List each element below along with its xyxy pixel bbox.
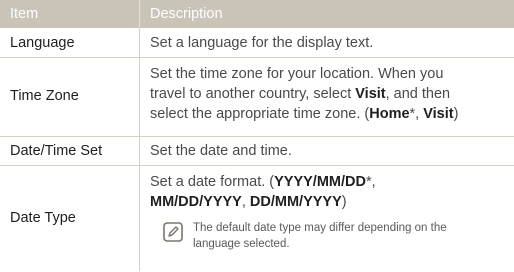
row-divider	[139, 137, 140, 165]
row-label-date-time-set: Date/Time Set	[10, 143, 103, 159]
header-description: Description	[150, 6, 223, 22]
desc-line: Set a date format. (YYYY/MM/DD*,	[150, 174, 376, 190]
table-row-language: Language Set a language for the display …	[0, 28, 514, 58]
row-desc-time-zone: Set the time zone for your location. Whe…	[150, 64, 506, 124]
desc-line: travel to another country, select Visit,…	[150, 86, 451, 102]
row-label-time-zone: Time Zone	[10, 88, 79, 104]
row-label-language: Language	[10, 35, 75, 51]
row-divider	[139, 166, 140, 271]
desc-line: Set the time zone for your location. Whe…	[150, 66, 444, 82]
note-text: The default date type may differ dependi…	[193, 222, 447, 250]
table-row-date-type: Date Type Set a date format. (YYYY/MM/DD…	[0, 166, 514, 271]
desc-line: MM/DD/YYYY, DD/MM/YYYY)	[150, 194, 347, 210]
table-row-time-zone: Time Zone Set the time zone for your loc…	[0, 58, 514, 137]
table-header: Item Description	[0, 0, 514, 28]
row-desc-language: Set a language for the display text.	[150, 35, 374, 51]
table-row-date-time-set: Date/Time Set Set the date and time.	[0, 137, 514, 166]
header-item: Item	[10, 6, 39, 22]
row-label-date-type: Date Type	[10, 210, 76, 226]
row-divider	[139, 58, 140, 136]
header-divider	[139, 0, 140, 28]
row-divider	[139, 28, 140, 57]
desc-line: select the appropriate time zone. (Home*…	[150, 106, 459, 122]
row-desc-date-time-set: Set the date and time.	[150, 143, 292, 159]
note-pencil-icon	[163, 222, 183, 242]
row-desc-date-type: Set a date format. (YYYY/MM/DD*, MM/DD/Y…	[150, 172, 506, 212]
